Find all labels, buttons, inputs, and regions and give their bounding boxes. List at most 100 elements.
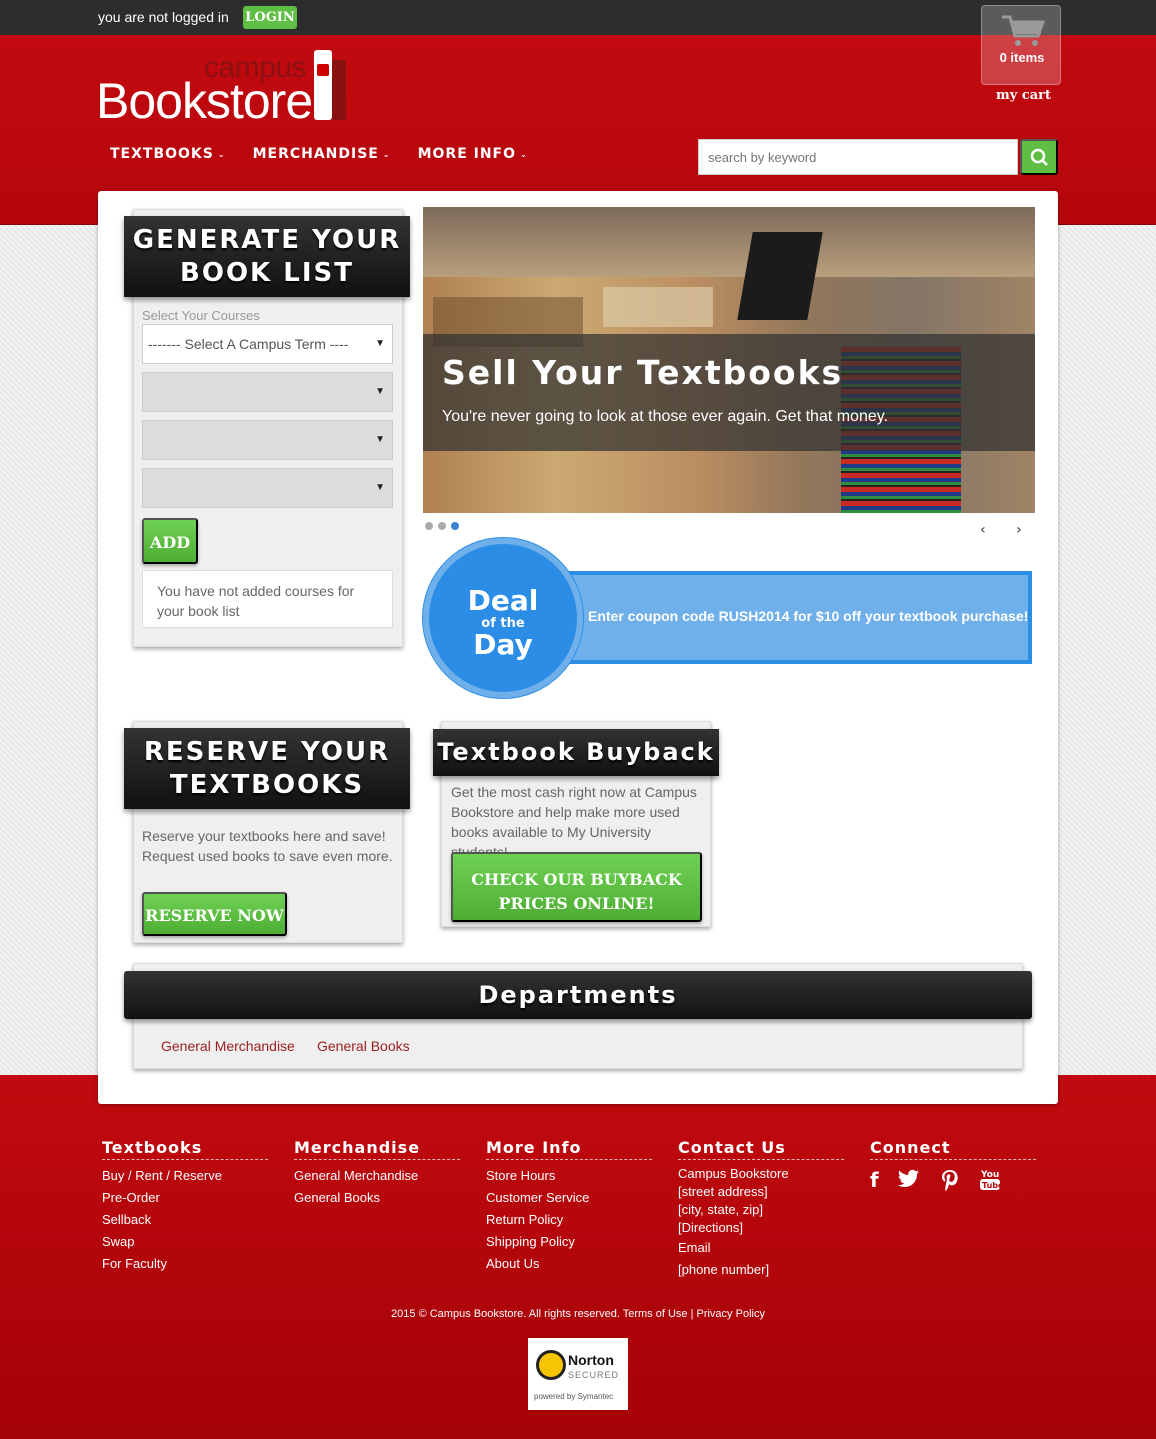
- phone-number: [phone number]: [678, 1262, 770, 1277]
- footer-heading: Contact Us: [678, 1138, 844, 1160]
- buyback-button-line2: PRICES ONLINE!: [498, 894, 655, 913]
- dropdown-arrow-icon: ▼: [375, 434, 385, 445]
- book-list-title-line2: BOOK LIST: [180, 258, 354, 288]
- footer-link[interactable]: Pre-Order: [102, 1187, 268, 1209]
- pinterest-icon[interactable]: [939, 1168, 961, 1192]
- reserve-title: RESERVE YOUR TEXTBOOKS: [124, 728, 410, 809]
- slider-dot[interactable]: [438, 522, 446, 530]
- course-select[interactable]: ▼: [142, 420, 393, 460]
- cart-count: 0 items: [999, 50, 1045, 65]
- footer-heading: Merchandise: [294, 1138, 460, 1160]
- slider-prev-icon[interactable]: ‹: [980, 522, 986, 538]
- deal-badge: Deal of the Day: [423, 538, 583, 698]
- contact-line: Campus Bookstore: [678, 1166, 789, 1181]
- buyback-button-line1: CHECK OUR BUYBACK: [471, 870, 682, 889]
- footer-link[interactable]: Return Policy: [486, 1209, 652, 1231]
- add-course-button[interactable]: ADD: [142, 518, 198, 564]
- footer-textbooks: Textbooks Buy / Rent / Reserve Pre-Order…: [102, 1138, 268, 1275]
- norton-powered: powered by Symantec: [534, 1392, 614, 1401]
- footer-link[interactable]: Sellback: [102, 1209, 268, 1231]
- nav-more-info[interactable]: MORE INFO ⌄: [418, 146, 528, 162]
- footer-more-info: More Info Store Hours Customer Service R…: [486, 1138, 652, 1275]
- campus-term-value: ------- Select A Campus Term ----: [148, 336, 349, 352]
- book-list-title-line1: GENERATE YOUR: [132, 225, 402, 255]
- svg-text:Tube: Tube: [982, 1181, 1001, 1190]
- email-link[interactable]: Email: [678, 1237, 844, 1259]
- dropdown-arrow-icon: ▼: [375, 338, 385, 349]
- slider-dots: [425, 522, 459, 530]
- twitter-icon[interactable]: [897, 1168, 921, 1190]
- select-courses-label: Select Your Courses: [142, 308, 260, 323]
- site-logo[interactable]: campus Bookstore: [96, 48, 356, 129]
- cart-icon: [1002, 15, 1046, 46]
- slide-caption-background: [423, 334, 1035, 451]
- footer-link[interactable]: General Books: [294, 1187, 460, 1209]
- course-notice: You have not added courses for your book…: [142, 570, 393, 628]
- search-icon: [1030, 148, 1048, 166]
- norton-secured: SECURED: [568, 1370, 620, 1380]
- reserve-text: Reserve your textbooks here and save! Re…: [142, 828, 393, 864]
- slide-image-monitor: [737, 232, 823, 320]
- contact-line: [city, state, zip]: [678, 1202, 764, 1217]
- nav-more-info-label: MORE INFO: [417, 146, 517, 162]
- footer-contact: Contact Us Campus Bookstore [street addr…: [678, 1138, 844, 1281]
- department-link-general-merchandise[interactable]: General Merchandise: [161, 1038, 295, 1054]
- footer-heading: Textbooks: [102, 1138, 268, 1160]
- slide-image-ceiling: [423, 207, 1035, 277]
- chevron-down-icon: ⌄: [217, 149, 226, 159]
- copyright-text: 2015 © Campus Bookstore. All rights rese…: [391, 1308, 765, 1320]
- buyback-title: Textbook Buyback: [433, 729, 719, 776]
- departments-title: Departments: [124, 971, 1032, 1019]
- directions-link[interactable]: [Directions]: [678, 1219, 844, 1237]
- contact-line: [street address]: [678, 1184, 768, 1199]
- footer-link[interactable]: For Faculty: [102, 1253, 268, 1275]
- footer-connect: Connect f You Tube: [870, 1138, 1036, 1192]
- chevron-down-icon: ⌄: [382, 149, 391, 159]
- search-input[interactable]: [698, 139, 1018, 175]
- slide-image-shelf: [603, 287, 713, 327]
- footer-link[interactable]: About Us: [486, 1253, 652, 1275]
- my-cart-link[interactable]: my cart: [996, 88, 1051, 103]
- department-link-general-books[interactable]: General Books: [317, 1038, 410, 1054]
- slider-dot[interactable]: [425, 522, 433, 530]
- login-button[interactable]: LOGIN: [243, 6, 297, 29]
- social-links: f You Tube: [870, 1168, 1036, 1192]
- reserve-now-button[interactable]: RESERVE NOW: [142, 892, 287, 936]
- norton-check-icon: [536, 1350, 566, 1380]
- slider-next-icon[interactable]: ›: [1016, 522, 1022, 538]
- svg-text:You: You: [980, 1170, 999, 1180]
- main-nav: TEXTBOOKS ⌄ MERCHANDISE ⌄ MORE INFO ⌄: [110, 146, 555, 162]
- footer-link[interactable]: Buy / Rent / Reserve: [102, 1165, 268, 1187]
- search-button[interactable]: [1020, 139, 1058, 175]
- footer-link[interactable]: Shipping Policy: [486, 1231, 652, 1253]
- footer-link[interactable]: Swap: [102, 1231, 268, 1253]
- nav-merchandise[interactable]: MERCHANDISE ⌄: [253, 146, 391, 162]
- slide-text: You're never going to look at those ever…: [442, 408, 889, 425]
- footer-merchandise: Merchandise General Merchandise General …: [294, 1138, 460, 1209]
- footer-heading: Connect: [870, 1138, 1036, 1160]
- footer-link[interactable]: General Merchandise: [294, 1165, 460, 1187]
- facebook-icon[interactable]: f: [870, 1168, 879, 1192]
- chevron-down-icon: ⌄: [520, 149, 528, 159]
- check-buyback-prices-button[interactable]: CHECK OUR BUYBACK PRICES ONLINE!: [451, 852, 702, 922]
- department-select[interactable]: ▼: [142, 372, 393, 412]
- nav-textbooks[interactable]: TEXTBOOKS ⌄: [110, 146, 226, 162]
- norton-secured-badge[interactable]: Norton SECURED powered by Symantec: [528, 1338, 628, 1410]
- logo-bookstore: Bookstore: [96, 73, 313, 129]
- footer-heading: More Info: [486, 1138, 652, 1160]
- logo-book-mark-shadow: [332, 60, 346, 120]
- footer-link[interactable]: Customer Service: [486, 1187, 652, 1209]
- slide-title: Sell Your Textbooks: [442, 353, 844, 392]
- section-select[interactable]: ▼: [142, 468, 393, 508]
- reserve-title-line1: RESERVE YOUR: [143, 737, 391, 767]
- campus-term-select[interactable]: ------- Select A Campus Term ---- ▼: [142, 324, 393, 364]
- slider-dot-active[interactable]: [451, 522, 459, 530]
- login-status: you are not logged in: [98, 9, 229, 25]
- dropdown-arrow-icon: ▼: [375, 386, 385, 397]
- nav-merchandise-label: MERCHANDISE: [252, 146, 379, 162]
- footer-link[interactable]: Store Hours: [486, 1165, 652, 1187]
- deal-badge-line3: Day: [473, 628, 533, 661]
- youtube-icon[interactable]: You Tube: [979, 1168, 1001, 1192]
- deal-text: Enter coupon code RUSH2014 for $10 off y…: [588, 608, 1029, 624]
- cart-button[interactable]: 0 items: [981, 5, 1061, 85]
